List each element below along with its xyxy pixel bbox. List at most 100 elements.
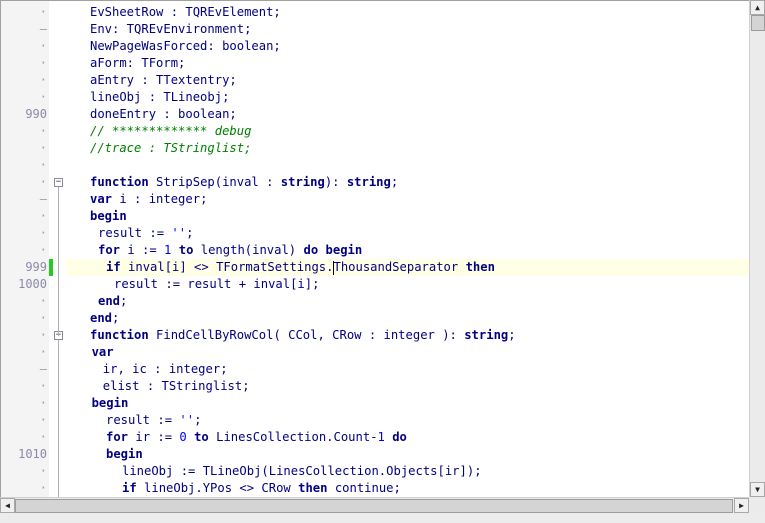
line-marker: · (39, 73, 47, 87)
keyword-token: to (194, 430, 209, 444)
code-token: NewPageWasForced: boolean; (90, 39, 281, 53)
code-token: result := (98, 226, 172, 240)
number-token: 0 (179, 430, 187, 444)
code-line[interactable]: result := result + inval[i]; (66, 276, 749, 293)
code-token: ir := (128, 430, 180, 444)
code-token: aForm: TForm; (90, 56, 186, 70)
code-token: ; (194, 413, 202, 427)
line-marker: · (39, 430, 47, 444)
code-line[interactable]: function StripSep(inval : string): strin… (66, 174, 749, 191)
comment-token: // ************* debug (90, 124, 252, 138)
code-token: lineObj : TLineobj; (90, 90, 230, 104)
code-token: ; (390, 175, 399, 189)
vertical-scrollbar[interactable]: ▲ ▼ (749, 0, 765, 497)
code-line[interactable]: aEntry : TTextentry; (66, 72, 749, 89)
code-line[interactable]: begin (66, 395, 749, 412)
code-line[interactable] (66, 157, 749, 174)
code-line[interactable]: elist : TStringlist; (66, 378, 749, 395)
code-token: FindCellByRowCol( CCol, CRow : integer )… (148, 328, 465, 342)
horizontal-scrollbar[interactable]: ◀ ▶ (0, 497, 749, 513)
bottom-bar (0, 513, 765, 523)
code-token: ThousandSeparator (333, 260, 466, 274)
keyword-token: if (122, 481, 137, 495)
code-line[interactable]: begin (66, 208, 749, 225)
modified-line-marker (49, 259, 53, 276)
code-token: LinesCollection.Count- (208, 430, 378, 444)
code-line[interactable]: for i := 1 to length(inval) do begin (66, 242, 749, 259)
code-token: result := result + inval[i]; (114, 277, 320, 291)
keyword-token: var (90, 192, 113, 206)
line-marker: · (39, 345, 47, 359)
line-marker: · (39, 175, 47, 189)
code-token: elist : TStringlist; (102, 379, 250, 393)
scrollbar-corner (749, 497, 765, 513)
keyword-token: begin (91, 396, 129, 410)
code-line[interactable]: lineObj := TLineObj(LinesCollection.Obje… (66, 463, 749, 480)
code-line[interactable]: if inval[i] <> TFormatSettings.ThousandS… (66, 259, 749, 276)
code-line[interactable]: begin (66, 446, 749, 463)
code-line[interactable]: result := ''; (66, 225, 749, 242)
scroll-left-button[interactable]: ◀ (0, 498, 15, 513)
code-line[interactable]: for ir := 0 to LinesCollection.Count-1 d… (66, 429, 749, 446)
code-token: doneEntry : boolean; (90, 107, 237, 121)
line-number: 1000 (18, 277, 47, 291)
code-token: length(inval) (193, 243, 304, 257)
code-editor[interactable]: · – · · · · 990 · · · · – · · · 999 1000 · · · · – · · · · 1010 · · … (0, 0, 749, 497)
keyword-token: begin (325, 243, 363, 257)
code-line[interactable]: Env: TQREvEnvironment; (66, 21, 749, 38)
code-token: ; (112, 311, 120, 325)
code-line[interactable]: function FindCellByRowCol( CCol, CRow : … (66, 327, 749, 344)
code-line[interactable]: if lineObj.YPos <> CRow then continue; (66, 480, 749, 497)
line-number: 999 (25, 260, 47, 274)
fold-guide-line (58, 340, 59, 497)
code-line[interactable]: aForm: TForm; (66, 55, 749, 72)
code-line[interactable]: lineObj : TLineobj; (66, 89, 749, 106)
line-marker: · (39, 90, 47, 104)
keyword-token: string (280, 175, 325, 189)
keyword-token: function (90, 328, 149, 342)
scroll-right-button[interactable]: ▶ (734, 498, 749, 513)
line-marker: · (39, 396, 47, 410)
keyword-token: do (303, 243, 319, 257)
keyword-token: string (346, 175, 391, 189)
scroll-up-button[interactable]: ▲ (750, 0, 765, 15)
code-line[interactable]: var (66, 344, 749, 361)
line-number: 990 (25, 107, 47, 121)
horizontal-scroll-thumb[interactable] (15, 499, 733, 513)
line-marker: · (39, 464, 47, 478)
code-token: aEntry : TTextentry; (90, 73, 237, 87)
line-marker: · (39, 379, 47, 393)
code-token: ir, ic : integer; (102, 362, 228, 376)
line-number-gutter: · – · · · · 990 · · · · – · · · 999 1000 · · · · – · · · · 1010 · · (1, 1, 49, 497)
code-area[interactable]: EvSheetRow : TQREvElement; Env: TQREvEnvi… (66, 1, 749, 497)
code-token: lineObj.YPos <> CRow (136, 481, 299, 495)
code-line[interactable]: end; (66, 293, 749, 310)
line-marker: – (39, 192, 47, 206)
code-token: StripSep(inval : (148, 175, 281, 189)
code-line[interactable]: doneEntry : boolean; (66, 106, 749, 123)
line-marker: · (39, 294, 47, 308)
code-token: lineObj := TLineObj(LinesCollection.Obje… (122, 464, 482, 478)
code-line[interactable]: var i : integer; (66, 191, 749, 208)
code-line[interactable]: //trace : TStringlist; (66, 140, 749, 157)
keyword-token: begin (90, 209, 127, 223)
code-line[interactable]: // ************* debug (66, 123, 749, 140)
code-token: i : integer; (112, 192, 208, 206)
line-marker: · (39, 5, 47, 19)
code-line[interactable]: ir, ic : integer; (66, 361, 749, 378)
code-line[interactable]: EvSheetRow : TQREvElement; (66, 4, 749, 21)
line-marker: · (39, 158, 47, 172)
line-marker: · (39, 39, 47, 53)
code-line[interactable]: NewPageWasForced: boolean; (66, 38, 749, 55)
keyword-token: for (98, 243, 121, 257)
fold-toggle-icon[interactable]: − (54, 178, 63, 187)
line-marker: · (39, 226, 47, 240)
keyword-token: string (464, 328, 509, 342)
scroll-down-button[interactable]: ▼ (750, 482, 765, 497)
code-token: result := (106, 413, 180, 427)
code-line[interactable]: end; (66, 310, 749, 327)
vertical-scroll-thumb[interactable] (751, 15, 765, 31)
keyword-token: do (392, 430, 407, 444)
code-line[interactable]: result := ''; (66, 412, 749, 429)
